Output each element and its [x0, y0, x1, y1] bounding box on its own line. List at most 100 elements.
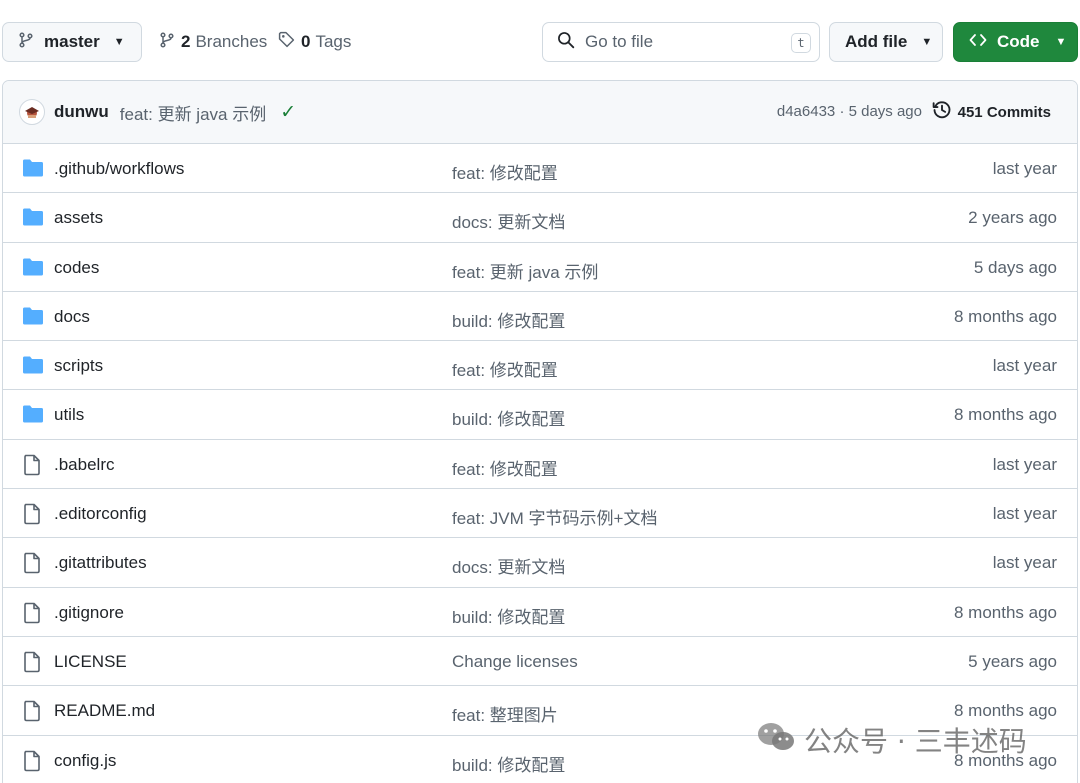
commits-history-link[interactable]: 451 Commits: [932, 100, 1051, 124]
table-row[interactable]: codes feat: 更新 java 示例 5 days ago: [3, 243, 1077, 292]
add-file-button[interactable]: Add file ▼: [829, 22, 943, 62]
file-icon: [22, 552, 44, 574]
commit-message-link[interactable]: feat: 修改配置: [452, 159, 558, 184]
table-row[interactable]: assets docs: 更新文档 2 years ago: [3, 193, 1077, 243]
commit-date: 8 months ago: [953, 405, 1057, 425]
commit-message-link[interactable]: feat: 修改配置: [452, 455, 558, 480]
commit-date: last year: [992, 159, 1057, 178]
go-to-file-input[interactable]: Go to file t: [542, 22, 820, 62]
commit-message-link[interactable]: build: 修改配置: [452, 751, 565, 776]
file-name-link[interactable]: LICENSE: [54, 652, 127, 672]
file-name-link[interactable]: .gitignore: [54, 603, 124, 623]
commit-date: 5 days ago: [973, 257, 1057, 277]
commits-count-label: 451 Commits: [957, 103, 1051, 121]
tag-icon: [278, 31, 301, 53]
commit-message-link[interactable]: feat: JVM 字节码示例+文档: [452, 504, 657, 529]
file-name-link[interactable]: .editorconfig: [54, 504, 147, 524]
folder-icon: [22, 158, 44, 180]
file-icon: [22, 700, 44, 722]
latest-commit-bar: dunwu feat: 更新 java 示例 ✓ d4a6433 · 5 day…: [3, 81, 1077, 144]
file-icon: [22, 503, 44, 525]
commit-date: 2 years ago: [968, 208, 1057, 228]
commit-date: 8 months ago: [953, 701, 1057, 721]
commit-message-link[interactable]: Change licenses: [452, 652, 578, 672]
folder-icon: [22, 404, 44, 426]
tags-link[interactable]: 0 Tags: [278, 22, 351, 62]
table-row[interactable]: .gitattributes docs: 更新文档 last year: [3, 538, 1077, 588]
commit-message-link[interactable]: docs: 更新文档: [452, 208, 565, 233]
file-name-link[interactable]: .babelrc: [54, 455, 114, 475]
add-file-label: Add file: [845, 32, 908, 51]
commit-message-link[interactable]: feat: 更新 java 示例: [120, 100, 266, 125]
branches-count: 2: [181, 32, 191, 51]
commit-hash-and-time[interactable]: d4a6433 · 5 days ago: [777, 103, 922, 120]
branches-label: Branches: [195, 32, 268, 51]
check-icon[interactable]: ✓: [280, 101, 296, 124]
search-shortcut-key: t: [791, 33, 811, 53]
commit-message-link[interactable]: feat: 整理图片: [452, 701, 558, 726]
commit-date: last year: [992, 356, 1057, 376]
commit-date: 8 months ago: [953, 306, 1057, 326]
file-icon: [22, 651, 44, 673]
file-icon: [22, 602, 44, 624]
code-icon: [969, 32, 987, 53]
file-icon: [22, 750, 44, 772]
table-row[interactable]: .gitignore build: 修改配置 8 months ago: [3, 588, 1077, 637]
branches-link[interactable]: 2 Branches: [159, 22, 267, 62]
file-name-link[interactable]: .gitattributes: [54, 553, 147, 573]
watermark: 公众号 · 三丰述码: [756, 720, 1027, 760]
watermark-text: 公众号 · 三丰述码: [804, 725, 1027, 758]
file-name-link[interactable]: scripts: [54, 356, 103, 376]
file-list-box: dunwu feat: 更新 java 示例 ✓ d4a6433 · 5 day…: [2, 80, 1078, 783]
file-name-link[interactable]: README.md: [54, 701, 155, 721]
file-name-link[interactable]: codes: [54, 258, 99, 278]
commit-message-link[interactable]: feat: 更新 java 示例: [452, 258, 598, 283]
code-button[interactable]: Code ▼: [953, 22, 1078, 62]
table-row[interactable]: utils build: 修改配置 8 months ago: [3, 390, 1077, 440]
folder-icon: [22, 207, 44, 229]
commit-date: 8 months ago: [953, 602, 1057, 622]
commit-date: last year: [992, 553, 1057, 573]
commit-author-link[interactable]: dunwu: [54, 102, 109, 122]
table-row[interactable]: scripts feat: 修改配置 last year: [3, 341, 1077, 391]
wechat-icon: [756, 720, 804, 761]
table-row[interactable]: .editorconfig feat: JVM 字节码示例+文档 last year: [3, 489, 1077, 539]
commit-message-link[interactable]: feat: 修改配置: [452, 356, 558, 381]
file-icon: [22, 454, 44, 476]
commit-message-link[interactable]: build: 修改配置: [452, 603, 565, 628]
folder-icon: [22, 306, 44, 328]
table-row[interactable]: .babelrc feat: 修改配置 last year: [3, 440, 1077, 490]
commit-date: 5 years ago: [968, 651, 1057, 671]
tags-label: Tags: [315, 32, 352, 51]
folder-icon: [22, 257, 44, 279]
commit-message-link[interactable]: build: 修改配置: [452, 307, 565, 332]
chevron-down-icon: ▼: [1055, 36, 1067, 48]
git-branch-icon: [18, 31, 34, 53]
history-icon: [932, 100, 958, 124]
avatar[interactable]: [19, 99, 45, 125]
table-row[interactable]: LICENSE Change licenses 5 years ago: [3, 637, 1077, 687]
repo-toolbar: master ▼ 2 Branches 0 Tags Go to file t …: [2, 22, 1078, 62]
table-row[interactable]: .github/workflows feat: 修改配置 last year: [3, 144, 1077, 194]
search-icon: [557, 31, 575, 54]
file-name-link[interactable]: .github/workflows: [54, 159, 184, 179]
table-row[interactable]: docs build: 修改配置 8 months ago: [3, 292, 1077, 342]
commit-date: last year: [992, 454, 1057, 474]
commit-message-link[interactable]: docs: 更新文档: [452, 553, 565, 578]
folder-icon: [22, 355, 44, 377]
commit-message-link[interactable]: build: 修改配置: [452, 405, 565, 430]
file-name-link[interactable]: utils: [54, 405, 84, 425]
commit-date: last year: [992, 504, 1057, 524]
tags-count: 0: [301, 32, 311, 51]
search-placeholder: Go to file: [585, 32, 654, 51]
code-label: Code: [997, 32, 1040, 51]
git-branch-icon: [159, 31, 181, 53]
branch-selector-button[interactable]: master ▼: [2, 22, 142, 62]
file-name-link[interactable]: docs: [54, 307, 90, 327]
file-name-link[interactable]: assets: [54, 208, 103, 228]
chevron-down-icon: ▼: [921, 36, 933, 48]
chevron-down-icon: ▼: [113, 36, 125, 48]
file-name-link[interactable]: config.js: [54, 751, 116, 771]
file-rows: .github/workflows feat: 修改配置 last year asse…: [3, 144, 1077, 783]
branch-name: master: [44, 32, 100, 51]
